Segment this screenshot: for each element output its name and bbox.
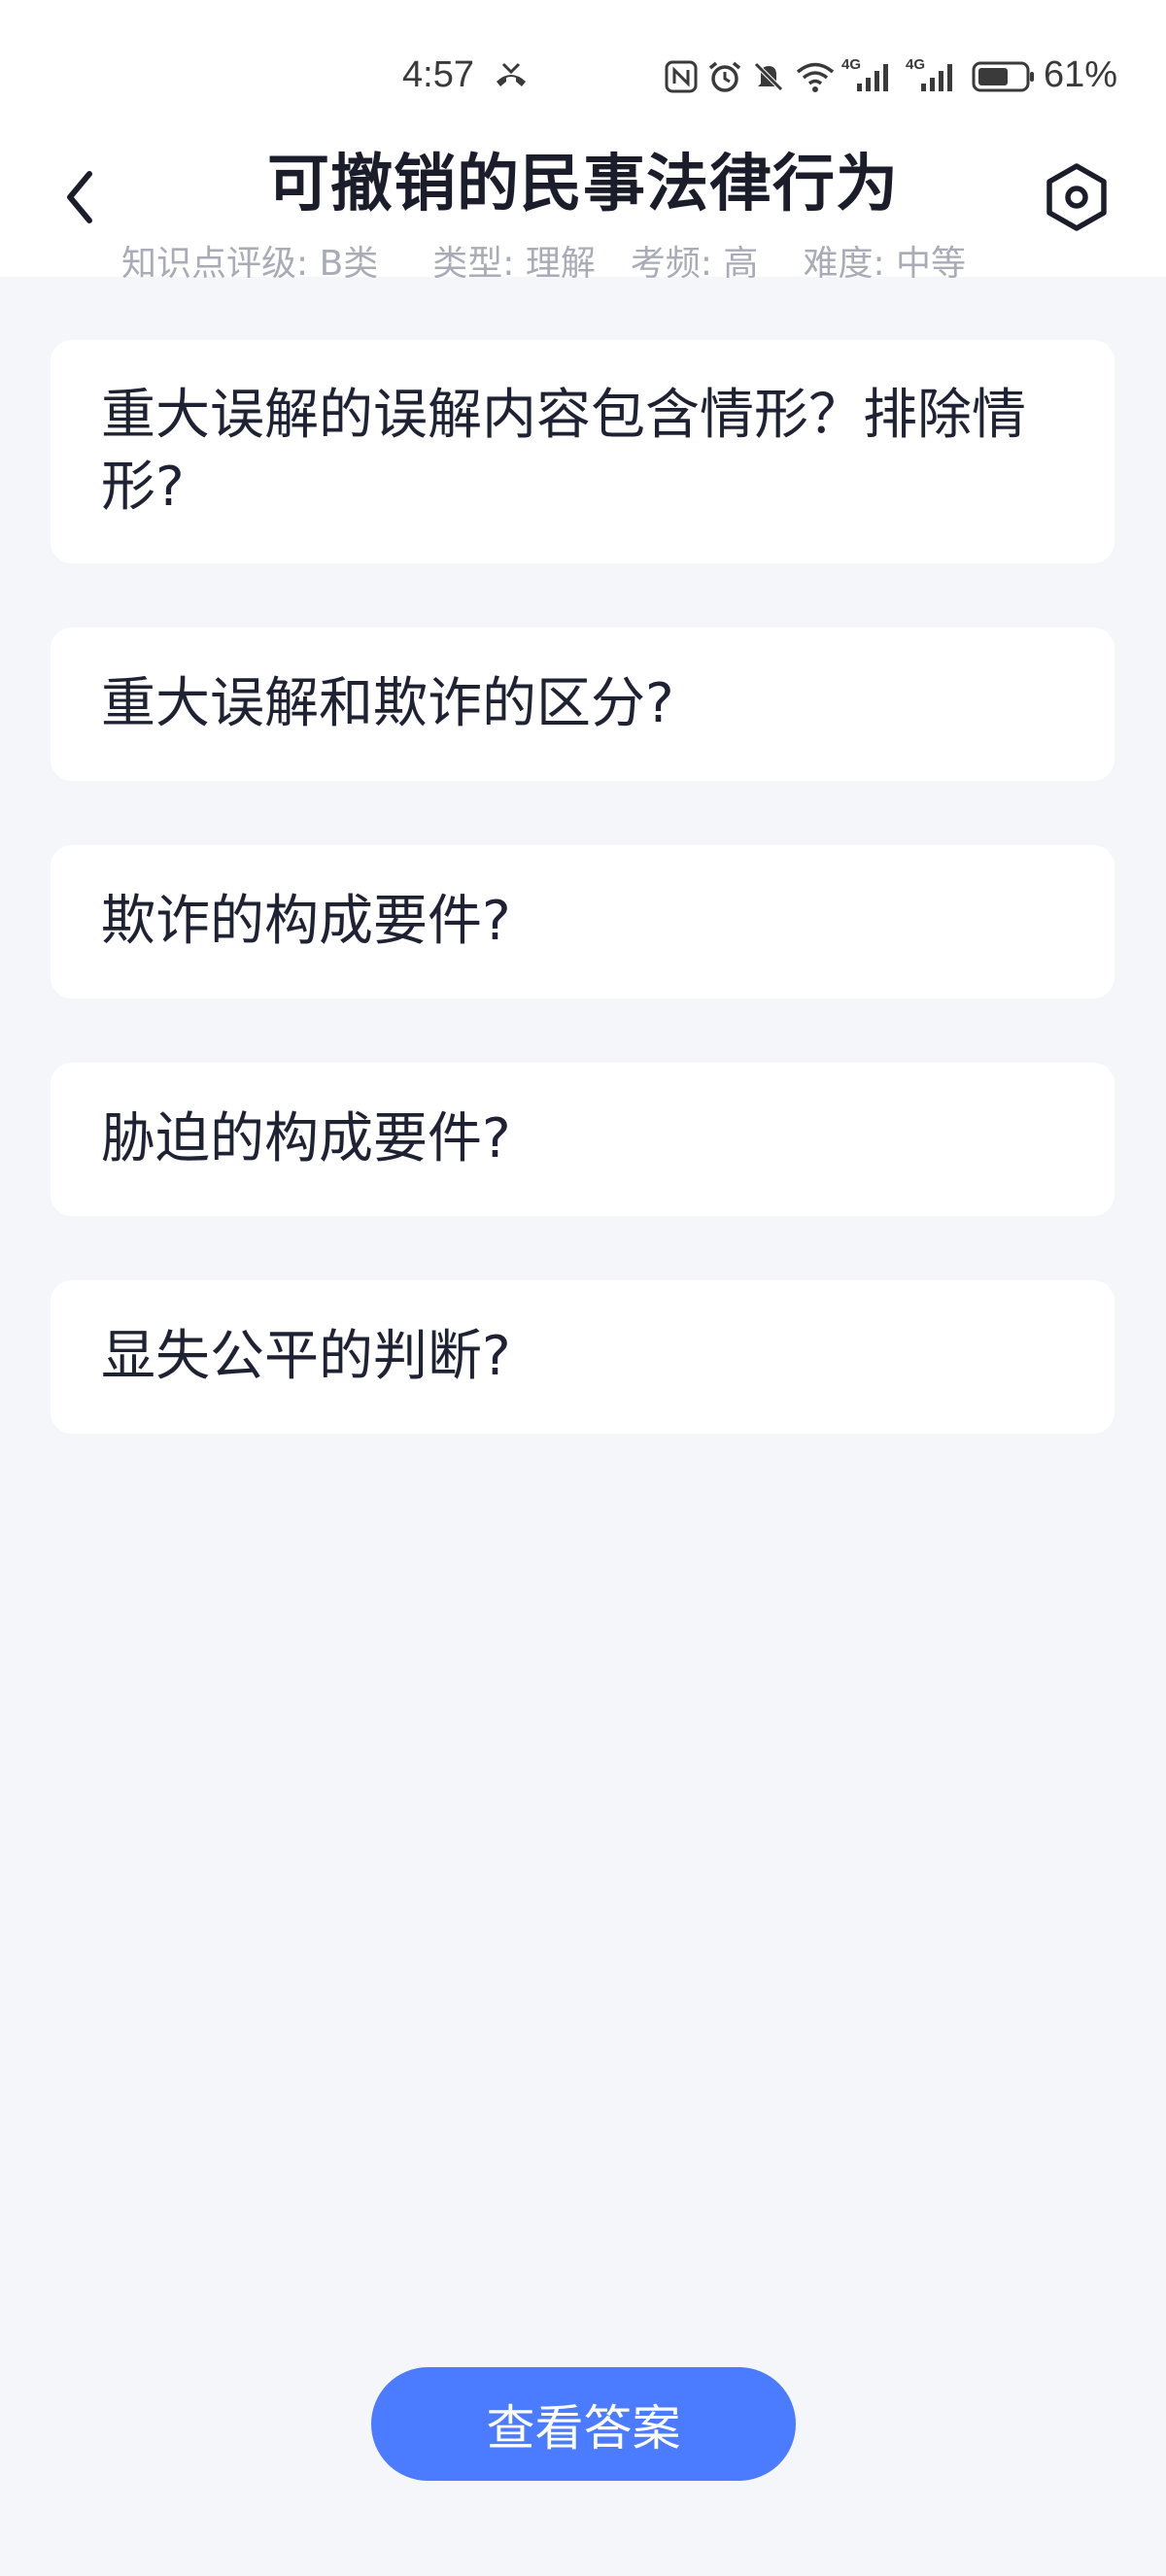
view-answer-button[interactable]: 查看答案 (371, 2367, 796, 2481)
question-text: 欺诈的构成要件? (101, 890, 511, 953)
question-text: 重大误解和欺诈的区分? (101, 672, 674, 735)
battery-icon (972, 61, 1034, 92)
meta-difficulty: 难度: 中等 (803, 244, 967, 278)
question-card[interactable]: 欺诈的构成要件? (51, 845, 1115, 999)
question-card[interactable]: 重大误解和欺诈的区分? (51, 627, 1115, 781)
question-card[interactable]: 重大误解的误解内容包含情形？排除情形? (51, 340, 1115, 563)
battery-percent: 61% (1044, 54, 1118, 95)
settings-button[interactable] (1042, 161, 1112, 233)
signal-4g-icon: 4G (906, 56, 958, 95)
question-text: 胁迫的构成要件? (101, 1107, 511, 1170)
nfc-icon (665, 60, 698, 93)
missed-call-icon (497, 62, 526, 86)
signal-4g-icon: 4G (841, 56, 894, 95)
alarm-icon (708, 61, 741, 92)
knowledge-meta: 知识点评级: B类 类型: 理解 考频: 高 难度: 中等 (121, 235, 1054, 278)
question-text: 显失公平的判断? (101, 1325, 511, 1388)
status-time: 4:57 (402, 54, 474, 95)
question-card[interactable]: 胁迫的构成要件? (51, 1063, 1115, 1216)
page-title: 可撤销的民事法律行为 (267, 149, 899, 220)
hexagon-settings-icon (1046, 163, 1107, 231)
mute-bell-icon (754, 62, 783, 91)
wifi-icon (796, 62, 835, 92)
question-text: 重大误解的误解内容包含情形？排除情形? (101, 384, 1026, 519)
status-bar: 4:57 4G 4G 61% (0, 0, 1166, 155)
meta-level: 知识点评级: B类 (121, 244, 379, 278)
meta-frequency: 考频: 高 (630, 244, 759, 278)
meta-type: 类型: 理解 (432, 244, 596, 278)
question-card[interactable]: 显失公平的判断? (51, 1280, 1115, 1434)
